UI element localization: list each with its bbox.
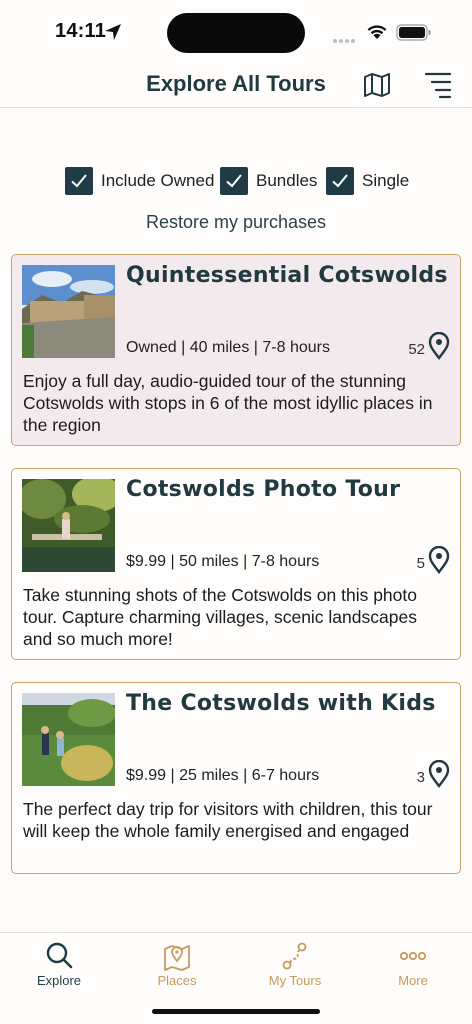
- route-icon: [282, 942, 307, 970]
- filter-row: Include Owned Bundles Single: [0, 166, 472, 196]
- tab-more[interactable]: More: [354, 941, 472, 988]
- filter-bundles[interactable]: Bundles: [220, 166, 317, 196]
- tab-explore[interactable]: Explore: [0, 941, 118, 988]
- tour-meta: Owned | 40 miles | 7-8 hours: [126, 339, 330, 356]
- filter-include-owned[interactable]: Include Owned: [65, 166, 214, 196]
- map-pin-icon: [428, 332, 450, 360]
- tab-label: Places: [157, 973, 197, 988]
- tour-description: Enjoy a full day, audio-guided tour of t…: [23, 371, 433, 435]
- map-pin-icon: [428, 760, 450, 788]
- wifi-icon: [367, 25, 387, 39]
- tour-thumbnail: [22, 479, 115, 572]
- map-icon[interactable]: [363, 71, 391, 99]
- checkbox-checked-icon[interactable]: [65, 167, 93, 195]
- location-arrow-icon: [105, 24, 121, 40]
- tour-thumbnail: [22, 265, 115, 358]
- page-title: Explore All Tours: [146, 71, 326, 96]
- filter-label: Single: [362, 171, 410, 190]
- stops-count: 5: [416, 555, 425, 572]
- filter-single[interactable]: Single: [326, 166, 409, 196]
- home-indicator: [152, 1009, 320, 1014]
- map-pin-icon: [428, 546, 450, 574]
- checkbox-checked-icon[interactable]: [326, 167, 354, 195]
- restore-purchases-link[interactable]: Restore my purchases: [0, 212, 472, 233]
- tour-title: Cotswolds Photo Tour: [126, 477, 401, 502]
- filter-menu-icon[interactable]: [424, 69, 452, 99]
- tour-card[interactable]: The Cotswolds with Kids $9.99 | 25 miles…: [11, 682, 461, 874]
- filter-label: Include Owned: [101, 171, 215, 190]
- stops-count: 52: [408, 341, 425, 358]
- stops-count: 3: [416, 769, 425, 786]
- map-pin-icon: [164, 945, 190, 971]
- search-icon: [46, 942, 73, 969]
- checkbox-checked-icon[interactable]: [220, 167, 248, 195]
- tour-card[interactable]: Quintessential Cotswolds Owned | 40 mile…: [11, 254, 461, 446]
- battery-icon: [396, 24, 431, 41]
- tab-label: Explore: [36, 973, 82, 988]
- tab-places[interactable]: Places: [118, 941, 236, 988]
- dynamic-island: [167, 13, 305, 53]
- tab-label: More: [398, 973, 428, 988]
- stops-badge: 3: [417, 760, 450, 788]
- stops-badge: 5: [417, 546, 450, 574]
- stops-badge: 52: [408, 332, 450, 360]
- tour-title: The Cotswolds with Kids: [126, 691, 436, 716]
- tour-card[interactable]: Cotswolds Photo Tour $9.99 | 50 miles | …: [11, 468, 461, 660]
- tour-description: Take stunning shots of the Cotswolds on …: [23, 585, 417, 649]
- tour-title: Quintessential Cotswolds: [126, 263, 448, 288]
- tour-description: The perfect day trip for visitors with c…: [23, 799, 433, 841]
- filter-label: Bundles: [256, 171, 318, 190]
- nav-header: Explore All Tours: [0, 62, 472, 108]
- tour-thumbnail: [22, 693, 115, 786]
- tab-my-tours[interactable]: My Tours: [236, 941, 354, 988]
- tour-meta: $9.99 | 25 miles | 6-7 hours: [126, 767, 320, 784]
- tour-meta: $9.99 | 50 miles | 7-8 hours: [126, 553, 320, 570]
- status-time: 14:11: [55, 20, 107, 42]
- more-icon: [399, 951, 427, 961]
- tab-label: My Tours: [268, 973, 322, 988]
- cellular-signal-icon: [333, 30, 359, 43]
- status-bar: 14:11: [0, 0, 472, 62]
